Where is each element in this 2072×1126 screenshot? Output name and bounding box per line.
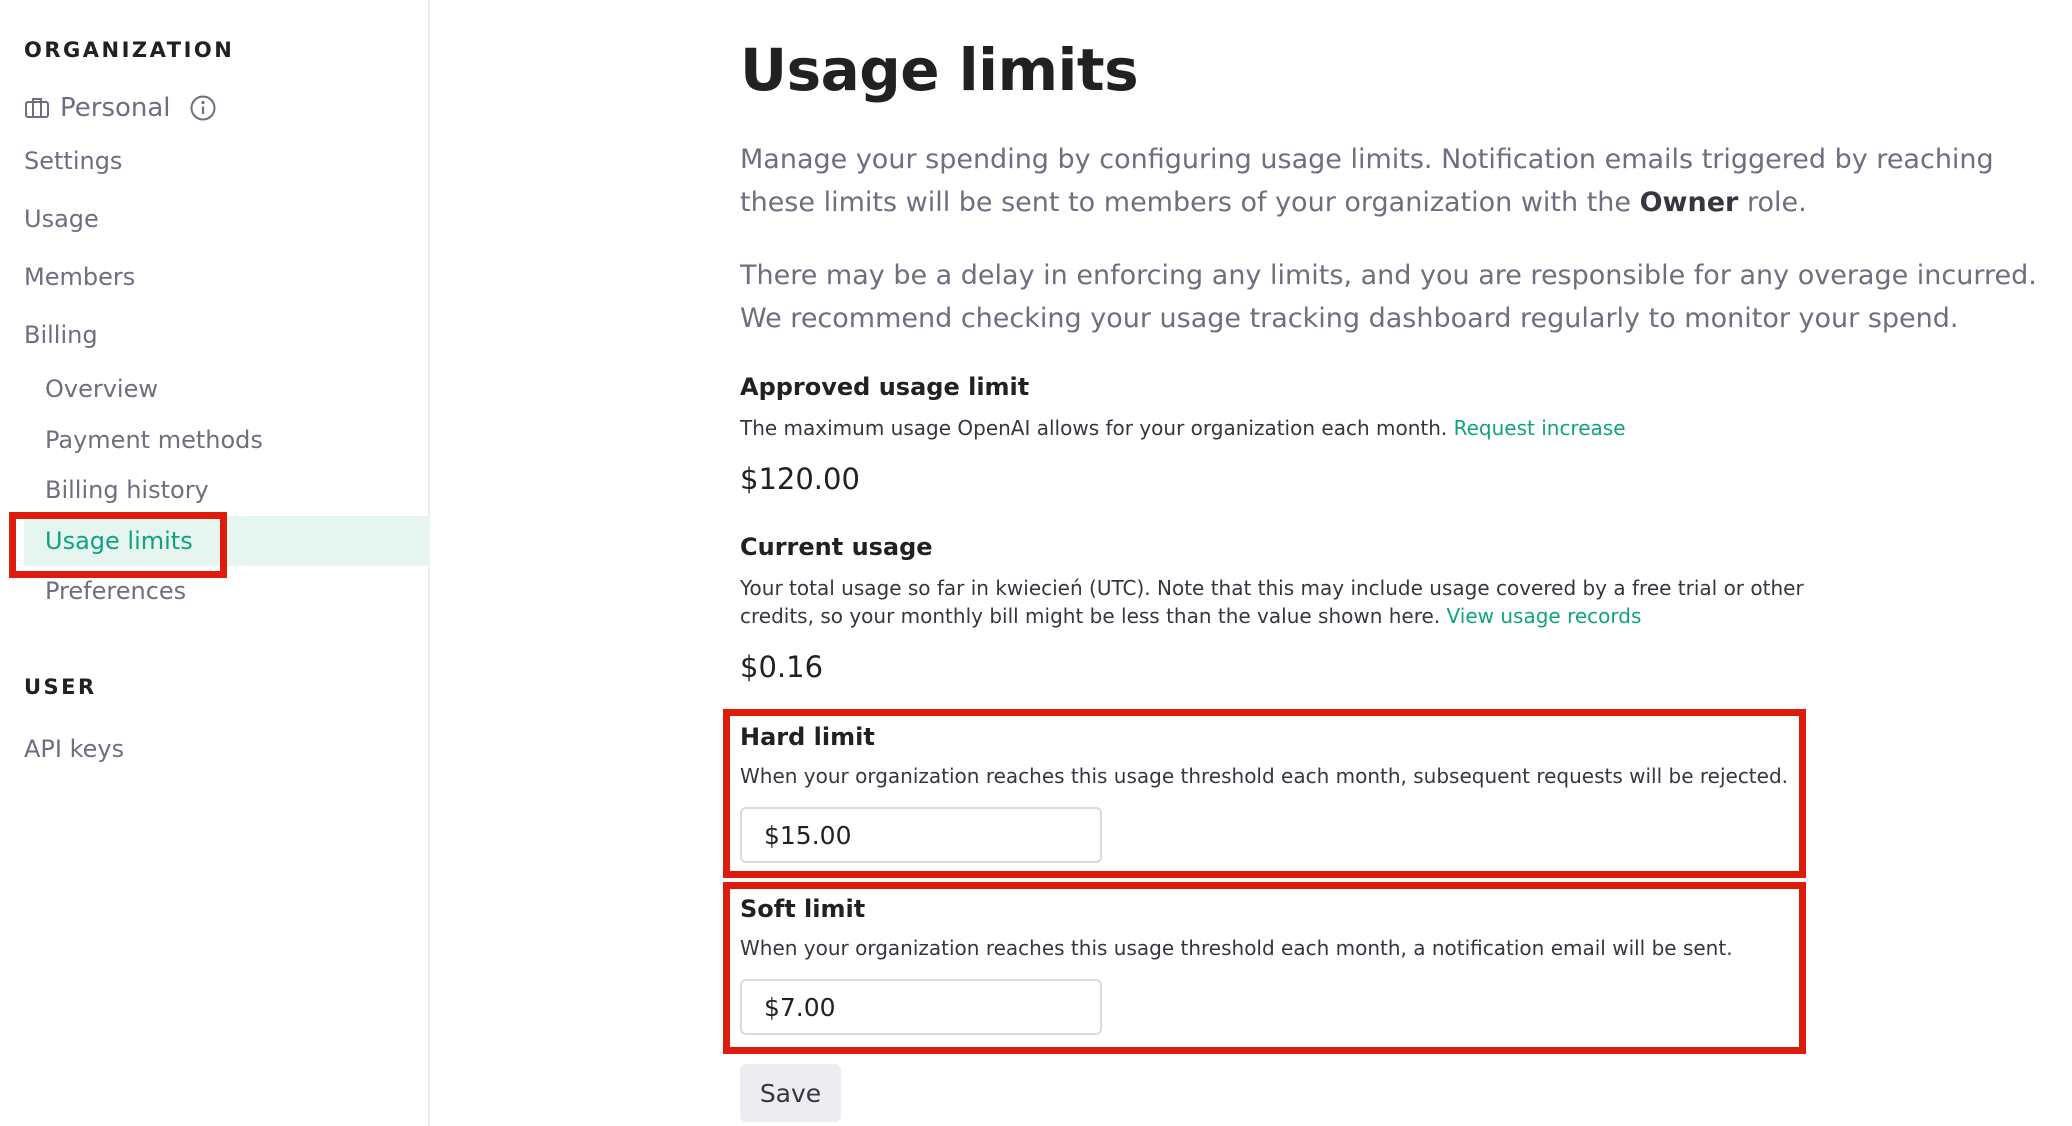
user-header: USER [24,675,97,699]
approved-limit-title: Approved usage limit [740,373,1030,401]
approved-limit-description: The maximum usage OpenAI allows for your… [740,414,1626,442]
current-usage-title: Current usage [740,533,933,561]
sidebar-item-members[interactable]: Members [24,260,135,294]
intro-paragraph-owner: Manage your spending by configuring usag… [740,138,2070,224]
highlight-usage-limits-nav [9,512,227,578]
sidebar-item-overview[interactable]: Overview [45,372,158,406]
current-usage-description: Your total usage so far in kwiecień (UTC… [740,574,1840,630]
organization-header: ORGANIZATION [24,38,235,62]
sidebar-item-payment-methods[interactable]: Payment methods [45,423,263,457]
highlight-hard-limit [723,709,1806,878]
current-desc-text: Your total usage so far in kwiecień (UTC… [740,576,1804,628]
request-increase-link[interactable]: Request increase [1454,416,1626,440]
sidebar-item-billing-history[interactable]: Billing history [45,473,209,507]
sidebar-item-api-keys[interactable]: API keys [24,732,124,766]
highlight-soft-limit [723,882,1806,1054]
briefcase-icon [24,96,50,120]
owner-role: Owner [1639,187,1739,218]
save-button[interactable]: Save [740,1064,841,1122]
current-usage-value: $0.16 [740,650,824,684]
approved-desc-text: The maximum usage OpenAI allows for your… [740,416,1454,440]
org-name: Personal [60,93,171,123]
page-title: Usage limits [740,36,1139,104]
approved-limit-value: $120.00 [740,462,860,496]
info-icon[interactable] [189,94,217,122]
sidebar-item-billing[interactable]: Billing [24,318,98,352]
view-usage-records-link[interactable]: View usage records [1447,604,1642,628]
intro-text-end: role. [1738,187,1807,218]
intro-paragraph-delay: There may be a delay in enforcing any li… [740,260,2037,334]
sidebar-item-usage[interactable]: Usage [24,202,99,236]
sidebar-item-preferences[interactable]: Preferences [45,574,186,608]
org-selector[interactable]: Personal [24,88,217,128]
sidebar-item-settings[interactable]: Settings [24,144,122,178]
